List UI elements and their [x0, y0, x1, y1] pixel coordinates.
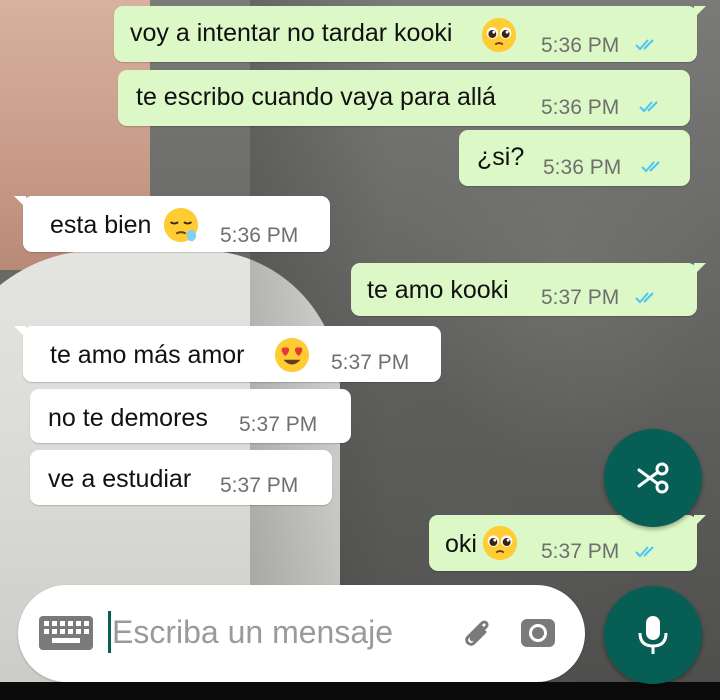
message-text: oki: [445, 530, 477, 558]
message-text: te amo kooki: [367, 276, 509, 304]
message-time: 5:37 PM: [541, 540, 620, 563]
voice-record-button[interactable]: [604, 586, 702, 684]
paperclip-icon[interactable]: [458, 614, 498, 654]
message-time: 5:36 PM: [220, 224, 299, 247]
heart-eyes-face-emoji: [274, 337, 310, 373]
message-text: voy a intentar no tardar kooki: [130, 19, 453, 47]
message-bubble-incoming[interactable]: no te demores 5:37 PM: [30, 389, 351, 443]
read-receipt-icon: [635, 292, 654, 304]
message-time: 5:36 PM: [541, 96, 620, 119]
message-time: 5:37 PM: [220, 474, 299, 497]
message-time: 5:37 PM: [541, 286, 620, 309]
scissors-fab-button[interactable]: [604, 429, 702, 527]
message-bubble-incoming[interactable]: te amo más amor 5:37 PM: [14, 326, 441, 382]
read-receipt-icon: [635, 39, 654, 51]
message-bubble-outgoing[interactable]: ¿si? 5:36 PM: [459, 130, 690, 186]
message-text: ¿si?: [477, 143, 525, 171]
message-text: esta bien: [50, 211, 152, 239]
message-time: 5:37 PM: [331, 351, 410, 374]
microphone-icon: [638, 616, 668, 654]
message-bubble-outgoing[interactable]: te escribo cuando vaya para allá 5:36 PM: [118, 70, 690, 126]
keyboard-icon[interactable]: [38, 615, 94, 651]
message-time: 5:37 PM: [239, 413, 318, 436]
message-text: te escribo cuando vaya para allá: [136, 83, 496, 111]
scissors-icon: [637, 462, 669, 494]
message-text: ve a estudiar: [48, 465, 192, 493]
message-time: 5:36 PM: [541, 34, 620, 57]
message-input[interactable]: [110, 613, 454, 652]
message-bubble-outgoing[interactable]: voy a intentar no tardar kooki 5:36 PM: [114, 6, 706, 62]
message-bubble-incoming[interactable]: esta bien 5:36 PM: [14, 196, 330, 252]
message-text: te amo más amor: [50, 341, 245, 369]
camera-icon[interactable]: [518, 613, 558, 653]
read-receipt-icon: [639, 101, 658, 113]
message-composer: [18, 585, 585, 682]
message-time: 5:36 PM: [543, 156, 622, 179]
read-receipt-icon: [635, 546, 654, 558]
sleepy-face-emoji: [163, 207, 199, 243]
pleading-face-emoji: [482, 525, 518, 561]
read-receipt-icon: [641, 161, 660, 173]
message-bubble-incoming[interactable]: ve a estudiar 5:37 PM: [30, 450, 332, 505]
message-bubble-outgoing[interactable]: te amo kooki 5:37 PM: [351, 263, 706, 316]
message-text: no te demores: [48, 404, 208, 432]
pleading-face-emoji: [481, 17, 517, 53]
